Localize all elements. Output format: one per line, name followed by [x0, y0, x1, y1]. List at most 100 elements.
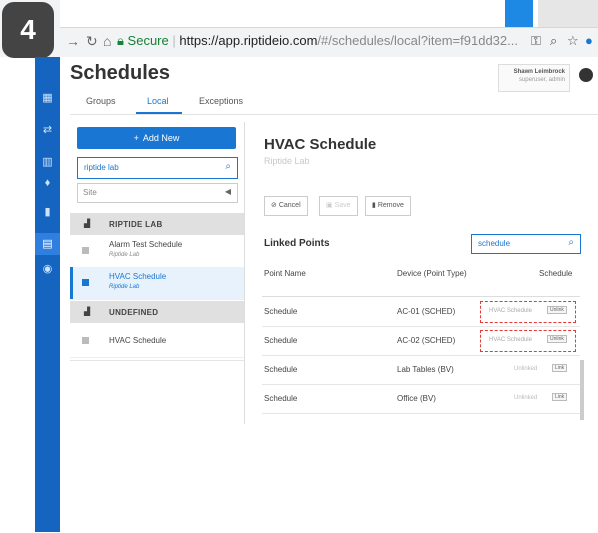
- table-row: Schedule AC-02 (SCHED) HVAC Schedule Unl…: [262, 327, 580, 356]
- plus-icon: +: [133, 133, 139, 143]
- search-input[interactable]: riptide lab ⌕: [77, 157, 238, 179]
- user-role: superuser, admin: [518, 77, 565, 83]
- group-header[interactable]: ▟ RIPTIDE LAB: [70, 213, 244, 235]
- calendar-icon: [82, 247, 89, 254]
- signal-icon: ▟: [84, 219, 91, 228]
- add-new-label: Add New: [142, 133, 180, 143]
- list-item-site: Riptide Lab: [109, 284, 140, 290]
- save-icon: ▣: [326, 202, 333, 209]
- zoom-icon[interactable]: ⌕: [550, 33, 557, 49]
- table-row: Schedule Office (BV) Unlinked Link: [262, 385, 580, 414]
- points-filter-input[interactable]: schedule ⌕: [471, 234, 581, 254]
- calendar-icon: [82, 337, 89, 344]
- url-host: https://app.riptideio.com: [179, 33, 318, 48]
- site-placeholder: Site: [83, 188, 97, 197]
- table-row: Schedule AC-01 (SCHED) HVAC Schedule Unl…: [262, 298, 580, 327]
- caret-left-icon: ◀: [224, 187, 231, 196]
- group-name: RIPTIDE LAB: [109, 220, 163, 229]
- unlink-button[interactable]: Unlink: [547, 335, 567, 343]
- table-row: Schedule Lab Tables (BV) Unlinked Link: [262, 356, 580, 385]
- device-icon[interactable]: ▮: [35, 205, 60, 218]
- list-empty-area: [70, 360, 244, 533]
- search-icon[interactable]: ⌕: [568, 237, 574, 248]
- table-scrollbar[interactable]: [580, 360, 584, 420]
- detail-subtitle: Riptide Lab: [264, 156, 310, 166]
- remove-label: Remove: [377, 202, 404, 209]
- cancel-label: Cancel: [278, 202, 301, 209]
- page-title: Schedules: [70, 62, 171, 84]
- linked-points-title: Linked Points: [264, 238, 330, 249]
- secure-label: Secure: [127, 33, 169, 48]
- column-header: Schedule: [539, 269, 573, 278]
- remove-button[interactable]: ▮ Remove: [365, 196, 411, 216]
- chart-icon[interactable]: ▥: [35, 155, 60, 168]
- list-item-name: HVAC Schedule: [109, 272, 167, 281]
- list-item-name: Alarm Test Schedule: [109, 240, 183, 249]
- device-name: AC-01 (SCHED): [397, 307, 456, 316]
- star-icon[interactable]: ☆: [567, 33, 579, 49]
- unlink-button[interactable]: Unlink: [547, 306, 567, 314]
- points-icon[interactable]: ⇄: [35, 123, 60, 136]
- filter-value: schedule: [478, 239, 511, 248]
- cancel-icon: ⊘: [271, 202, 277, 209]
- search-value: riptide lab: [84, 163, 119, 172]
- divider: [262, 296, 580, 297]
- user-icon[interactable]: ◉: [35, 262, 60, 275]
- user-menu[interactable]: Shawn Leimbrock superuser, admin: [498, 64, 570, 92]
- extension-icon[interactable]: ●: [585, 33, 593, 48]
- trash-icon: ▮: [372, 202, 376, 209]
- blank-area: [244, 424, 598, 532]
- save-label: Save: [334, 202, 351, 209]
- divider: [70, 114, 598, 115]
- schedule-label: Unlinked: [514, 395, 538, 401]
- selection-bar: [70, 267, 73, 299]
- list-item-selected[interactable]: HVAC Schedule Riptide Lab: [70, 267, 244, 300]
- tab-local[interactable]: Local: [147, 96, 169, 106]
- device-name: AC-02 (SCHED): [397, 336, 456, 345]
- list-item-name: HVAC Schedule: [109, 336, 167, 345]
- alarm-icon[interactable]: ♦: [35, 177, 60, 189]
- group-name: UNDEFINED: [109, 308, 159, 317]
- point-name: Schedule: [264, 394, 298, 403]
- schedule-icon[interactable]: ▤: [35, 237, 60, 250]
- reload-icon[interactable]: ↻: [86, 33, 98, 50]
- column-header: Device (Point Type): [397, 269, 467, 278]
- point-name: Schedule: [264, 307, 298, 316]
- avatar[interactable]: [579, 68, 593, 82]
- link-button[interactable]: Link: [552, 364, 568, 372]
- device-name: Office (BV): [397, 394, 436, 403]
- browser-tab-inactive[interactable]: [538, 0, 598, 27]
- save-button[interactable]: ▣ Save: [319, 196, 358, 216]
- search-icon[interactable]: ⌕: [225, 161, 231, 172]
- browser-tab[interactable]: [505, 0, 533, 27]
- schedule-label: HVAC Schedule: [489, 337, 532, 343]
- dashboard-icon[interactable]: ▦: [35, 91, 60, 104]
- cancel-button[interactable]: ⊘ Cancel: [264, 196, 308, 216]
- point-name: Schedule: [264, 336, 298, 345]
- lock-icon: 🔒︎: [117, 33, 124, 48]
- back-icon[interactable]: →: [66, 33, 80, 49]
- schedule-label: Unlinked: [514, 366, 538, 372]
- list-item[interactable]: Alarm Test Schedule Riptide Lab: [70, 235, 244, 268]
- step-badge: 4: [2, 2, 54, 58]
- group-header[interactable]: ▟ UNDEFINED: [70, 301, 244, 323]
- url-path: /#/schedules/local?item=f91dd32...: [317, 33, 518, 48]
- schedule-label: HVAC Schedule: [489, 308, 532, 314]
- site-select[interactable]: Site ◀: [77, 183, 238, 203]
- tab-groups[interactable]: Groups: [86, 96, 116, 106]
- point-name: Schedule: [264, 365, 298, 374]
- device-name: Lab Tables (BV): [397, 365, 454, 374]
- detail-title: HVAC Schedule: [264, 136, 377, 153]
- column-header: Point Name: [264, 269, 306, 278]
- key-icon[interactable]: ⚿: [531, 33, 541, 49]
- tab-exceptions[interactable]: Exceptions: [199, 96, 243, 106]
- address-bar[interactable]: 🔒︎ Secure | https://app.riptideio.com/#/…: [117, 31, 527, 51]
- home-icon[interactable]: ⌂: [103, 33, 111, 49]
- list-item[interactable]: HVAC Schedule: [70, 325, 244, 358]
- add-new-button[interactable]: + Add New: [77, 127, 236, 149]
- signal-icon: ▟: [84, 307, 91, 316]
- calendar-icon: [82, 279, 89, 286]
- list-item-site: Riptide Lab: [109, 252, 140, 258]
- link-button[interactable]: Link: [552, 393, 568, 401]
- user-name: Shawn Leimbrock: [513, 69, 565, 75]
